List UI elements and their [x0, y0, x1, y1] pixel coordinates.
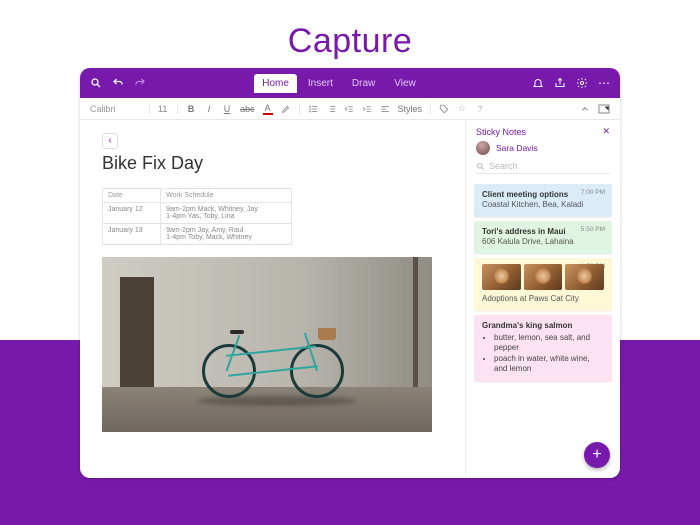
gear-icon[interactable]	[576, 77, 588, 89]
note-time: 7:00 PM	[581, 189, 605, 197]
undo-icon[interactable]	[112, 77, 124, 89]
tab-view[interactable]: View	[386, 74, 424, 93]
fullscreen-button[interactable]	[598, 104, 610, 114]
table-row: January 13 9am-2pm Jay, Amy, Raul 1-4pm …	[103, 223, 292, 244]
note-time: 5:50 PM	[581, 226, 605, 234]
thumbnail	[565, 264, 604, 290]
strike-button[interactable]: abc	[240, 104, 255, 114]
thumbnail	[482, 264, 521, 290]
hero-title: Capture	[0, 0, 700, 77]
star-button[interactable]: ☆	[457, 103, 467, 114]
table-header: Work Schedule	[161, 188, 292, 202]
font-color-button[interactable]: A	[263, 103, 273, 115]
question-button[interactable]: ?	[475, 104, 485, 114]
close-icon[interactable]: ✕	[602, 126, 610, 137]
sticky-note[interactable]: Grandma's king salmon butter, lemon, sea…	[474, 315, 612, 382]
redo-icon[interactable]	[134, 77, 146, 89]
indent-button[interactable]	[362, 104, 372, 114]
tab-home[interactable]: Home	[254, 74, 297, 93]
panel-title: Sticky Notes	[476, 127, 526, 137]
table-header: Date	[103, 188, 161, 202]
chevron-up-icon[interactable]	[580, 104, 590, 114]
tab-insert[interactable]: Insert	[300, 74, 341, 93]
align-button[interactable]	[380, 104, 390, 114]
thumbnail	[524, 264, 563, 290]
note-list-item: poach in water, white wine, and lemon	[494, 354, 604, 374]
bell-icon[interactable]	[532, 77, 544, 89]
table-row: January 12 9am-2pm Mack, Whitney, Jay 1-…	[103, 202, 292, 223]
page-title[interactable]: Bike Fix Day	[102, 153, 443, 174]
bold-button[interactable]: B	[186, 104, 196, 114]
schedule-table[interactable]: Date Work Schedule January 12 9am-2pm Ma…	[102, 188, 292, 245]
format-toolbar: Calibri 11 B I U abc A Styles ☆ ?	[80, 98, 620, 120]
avatar	[476, 141, 490, 155]
highlight-button[interactable]	[281, 104, 291, 114]
styles-button[interactable]: Styles	[398, 104, 423, 114]
italic-button[interactable]: I	[204, 104, 214, 114]
sticky-note[interactable]: 1:56 PM Adoptions at Paws Cat City	[474, 258, 612, 311]
share-icon[interactable]	[554, 77, 566, 89]
search-input[interactable]: Search	[476, 159, 610, 174]
underline-button[interactable]: U	[222, 104, 232, 114]
embedded-image[interactable]	[102, 257, 432, 432]
add-note-button[interactable]: +	[584, 442, 610, 468]
bullets-button[interactable]	[308, 104, 318, 114]
sticky-notes-panel: Sticky Notes ✕ Sara Davis Search 7:00 PM…	[465, 120, 620, 478]
note-body: Coastal Kitchen, Bea, Kaladi	[482, 200, 604, 210]
user-profile[interactable]: Sara Davis	[466, 141, 620, 159]
tag-button[interactable]	[439, 104, 449, 114]
font-select[interactable]: Calibri	[90, 104, 150, 114]
search-icon[interactable]	[90, 77, 102, 89]
note-body: 606 Kalula Drive, Lahaina	[482, 237, 604, 247]
search-placeholder: Search	[489, 161, 518, 171]
overflow-icon[interactable]: ⋯	[598, 77, 610, 89]
numbering-button[interactable]	[326, 104, 336, 114]
note-list-item: butter, lemon, sea salt, and pepper	[494, 333, 604, 353]
app-window: Home Insert Draw View ⋯ Calibri 11 B I U…	[80, 68, 620, 478]
titlebar: Home Insert Draw View ⋯	[80, 68, 620, 98]
note-canvas[interactable]: ‹ Bike Fix Day Date Work Schedule Januar…	[80, 120, 465, 478]
user-name: Sara Davis	[496, 143, 538, 153]
outdent-button[interactable]	[344, 104, 354, 114]
back-button[interactable]: ‹	[102, 133, 118, 149]
tab-draw[interactable]: Draw	[344, 74, 383, 93]
note-body: Adoptions at Paws Cat City	[482, 294, 604, 304]
note-title: Grandma's king salmon	[482, 321, 604, 331]
size-select[interactable]: 11	[158, 104, 178, 114]
sticky-note[interactable]: 5:50 PM Tori's address in Maui 606 Kalul…	[474, 221, 612, 254]
table-header-row: Date Work Schedule	[103, 188, 292, 202]
sticky-note[interactable]: 7:00 PM Client meeting options Coastal K…	[474, 184, 612, 217]
